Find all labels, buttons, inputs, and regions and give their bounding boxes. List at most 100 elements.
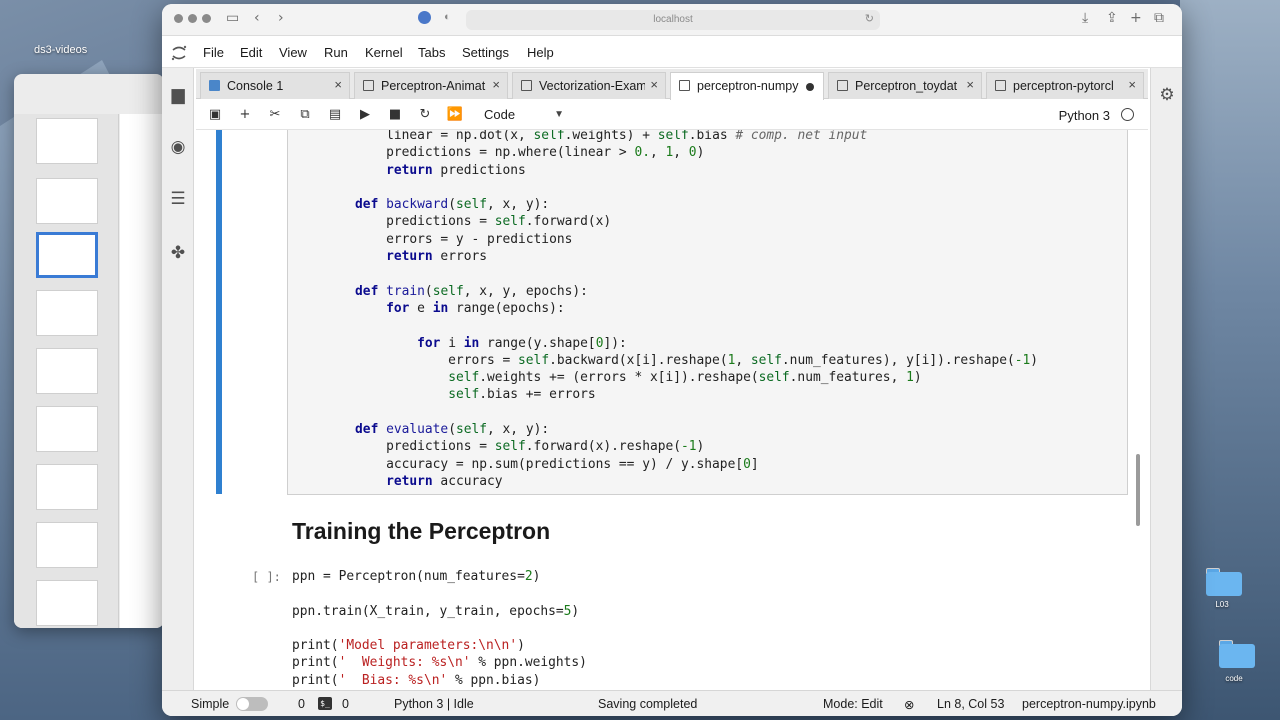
menu-file[interactable]: File <box>203 45 224 60</box>
chevron-down-icon: ▼ <box>554 109 564 120</box>
shield-icon[interactable]: ◐ <box>444 11 451 23</box>
stop-circle-icon[interactable]: ◉ <box>169 138 187 156</box>
notebook-icon <box>363 80 374 91</box>
forward-icon[interactable]: › <box>278 10 284 26</box>
tab-console-1[interactable]: Console 1 × <box>200 72 350 99</box>
back-icon[interactable]: ‹ <box>254 10 260 26</box>
code-cell-training[interactable]: ppn = Perceptron(num_features=2) ppn.tra… <box>292 568 587 689</box>
tab-perceptron-pytorch[interactable]: perceptron-pytorcl × <box>986 72 1144 99</box>
folder-icon[interactable]: ▆ <box>169 86 187 104</box>
extension-icon[interactable] <box>418 11 431 24</box>
cell-type-value: Code <box>484 107 516 122</box>
menu-help[interactable]: Help <box>527 45 554 60</box>
notebook-icon <box>837 80 848 91</box>
menu-edit[interactable]: Edit <box>240 45 262 60</box>
simple-mode-label: Simple <box>191 697 230 711</box>
slide-thumbnail[interactable] <box>36 464 98 510</box>
slide-thumbnail[interactable] <box>36 118 98 164</box>
tab-perceptron-animation[interactable]: Perceptron-Animat × <box>354 72 508 99</box>
add-cell-icon[interactable]: + <box>236 106 254 124</box>
notebook-panel: linear = np.dot(x, self.weights) + self.… <box>196 130 1148 690</box>
menu-view[interactable]: View <box>279 45 307 60</box>
notebook-icon <box>995 80 1006 91</box>
tab-perceptron-numpy[interactable]: perceptron-numpy <box>670 72 824 100</box>
tab-label: Console 1 <box>227 79 284 93</box>
slide-thumbnail-selected[interactable] <box>36 232 98 278</box>
close-icon[interactable]: × <box>334 77 342 92</box>
browser-titlebar: ▭ ‹ › ◐ localhost ↻ ⤓ ⇪ + ⧉ <box>162 4 1182 36</box>
zoom-window-button[interactable] <box>202 14 211 23</box>
address-bar[interactable]: localhost ↻ <box>466 10 880 30</box>
folder-label: code <box>1225 674 1243 683</box>
menu-tabs[interactable]: Tabs <box>418 45 445 60</box>
edit-mode: Mode: Edit <box>823 697 883 711</box>
folder-icon[interactable] <box>1206 568 1242 596</box>
kernel-status-text[interactable]: Python 3 | Idle <box>394 697 474 711</box>
kernel-status-icon <box>1121 108 1134 121</box>
jupyter-menubar: File Edit View Run Kernel Tabs Settings … <box>162 36 1182 68</box>
folder-icon[interactable] <box>1219 640 1255 668</box>
close-window-button[interactable] <box>174 14 183 23</box>
status-bar: Simple 0 $_ 0 Python 3 | Idle Saving com… <box>162 690 1182 716</box>
slide-thumbnail[interactable] <box>36 580 98 626</box>
cursor-position[interactable]: Ln 8, Col 53 <box>937 697 1004 711</box>
slide-thumbnail[interactable] <box>36 406 98 452</box>
property-sidebar: ⚙ <box>1150 68 1182 690</box>
menu-run[interactable]: Run <box>324 45 348 60</box>
desktop-label: ds3-videos <box>34 44 88 56</box>
menu-kernel[interactable]: Kernel <box>365 45 403 60</box>
table-of-contents-icon[interactable]: ☰ <box>169 190 187 208</box>
sidebar-toggle-icon[interactable]: ▭ <box>226 10 239 26</box>
reload-icon[interactable]: ↻ <box>865 12 874 25</box>
tab-vectorization-example[interactable]: Vectorization-Exam × <box>512 72 666 99</box>
jupyter-logo-icon <box>171 45 187 61</box>
code-text: linear = np.dot(x, self.weights) + self.… <box>324 130 1039 489</box>
gear-icon[interactable]: ⚙ <box>1158 86 1176 104</box>
tab-overview-icon[interactable]: ⧉ <box>1154 10 1164 26</box>
close-icon[interactable]: × <box>650 77 658 92</box>
notebook-toolbar: ▣ + ✂ ⧉ ▤ ▶ ■ ↻ ⏩ Code ▼ Python 3 <box>196 100 1148 130</box>
paste-icon[interactable]: ▤ <box>326 106 344 124</box>
simple-mode-toggle[interactable] <box>236 697 268 711</box>
terminal-icon[interactable]: $_ <box>318 697 332 710</box>
run-icon[interactable]: ▶ <box>356 106 374 124</box>
active-cell-marker[interactable] <box>216 130 222 494</box>
close-icon[interactable]: × <box>492 77 500 92</box>
kernel-name[interactable]: Python 3 <box>1059 108 1110 123</box>
filename: perceptron-numpy.ipynb <box>1022 697 1156 711</box>
kernel-count[interactable]: 0 <box>342 697 349 711</box>
restart-icon[interactable]: ↻ <box>416 106 434 124</box>
new-tab-icon[interactable]: + <box>1130 10 1142 26</box>
console-icon <box>209 80 220 91</box>
terminal-count[interactable]: 0 <box>298 697 305 711</box>
cell-type-select[interactable]: Code ▼ <box>484 105 568 125</box>
stop-icon[interactable]: ■ <box>386 106 404 124</box>
save-icon[interactable]: ▣ <box>206 106 224 124</box>
close-icon[interactable]: × <box>966 77 974 92</box>
notebook-scrollbar[interactable] <box>1136 454 1140 526</box>
copy-icon[interactable]: ⧉ <box>296 106 314 124</box>
close-icon[interactable]: × <box>1128 77 1136 92</box>
code-cell-editor[interactable]: linear = np.dot(x, self.weights) + self.… <box>287 130 1128 495</box>
fast-forward-icon[interactable]: ⏩ <box>446 106 464 124</box>
folder-label: L03 <box>1215 600 1229 609</box>
url-text: localhost <box>653 14 693 25</box>
tab-perceptron-toydata[interactable]: Perceptron_toydat × <box>828 72 982 99</box>
minimize-window-button[interactable] <box>188 14 197 23</box>
slides-thumbnail-panel <box>14 114 119 628</box>
unsaved-dot-icon[interactable] <box>806 83 814 91</box>
slide-thumbnail[interactable] <box>36 178 98 224</box>
slide-thumbnail[interactable] <box>36 290 98 336</box>
desktop-wallpaper-right <box>1180 0 1280 720</box>
bug-icon[interactable]: ⊗ <box>904 697 914 712</box>
download-icon[interactable]: ⤓ <box>1082 10 1088 26</box>
share-icon[interactable]: ⇪ <box>1106 10 1118 26</box>
slides-window[interactable] <box>14 74 164 628</box>
cell-prompt: [ ]: <box>252 570 281 584</box>
slide-thumbnail[interactable] <box>36 522 98 568</box>
notebook-icon <box>521 80 532 91</box>
menu-settings[interactable]: Settings <box>462 45 509 60</box>
cut-icon[interactable]: ✂ <box>266 106 284 124</box>
slide-thumbnail[interactable] <box>36 348 98 394</box>
extension-puzzle-icon[interactable]: ✤ <box>169 244 187 262</box>
